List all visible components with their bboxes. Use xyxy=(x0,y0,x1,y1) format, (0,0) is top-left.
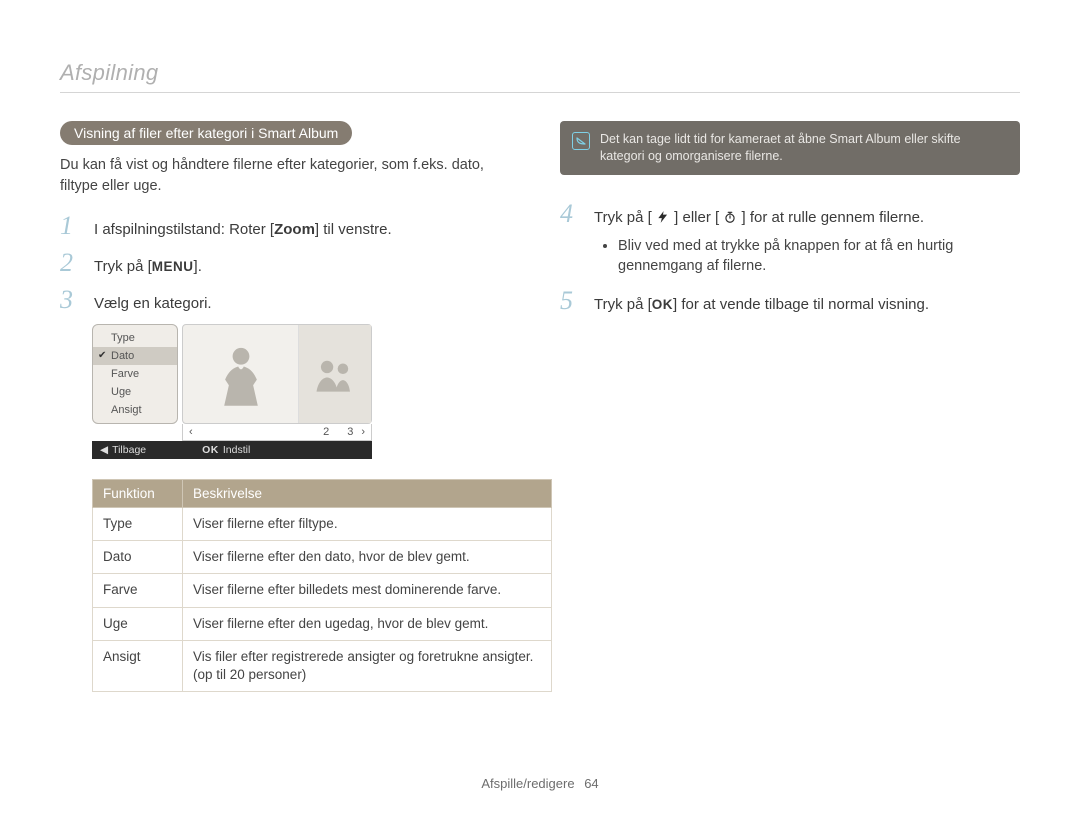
page-footer: Afspille/redigere 64 xyxy=(0,776,1080,791)
step4-post: ] for at rulle gennem filerne. xyxy=(742,209,925,226)
step1-text-post: ] til venstre. xyxy=(315,221,392,238)
step-number: 2 xyxy=(60,250,80,276)
ok-key-label: OK xyxy=(652,297,673,312)
th-description: Beskrivelse xyxy=(183,480,552,508)
category-menu: Type Dato Farve Uge Ansigt xyxy=(92,324,178,424)
note-icon xyxy=(572,132,590,150)
ok-key-label: OK xyxy=(202,444,219,456)
step1-text-pre: I afspilningstilstand: Roter [ xyxy=(94,221,274,238)
pager-next-icon: › xyxy=(361,426,365,438)
cell-desc: Viser filerne efter filtype. xyxy=(183,508,552,541)
table-row: Uge Viser filerne efter den ugedag, hvor… xyxy=(93,607,552,640)
person-silhouette-icon xyxy=(213,336,269,412)
menu-item-uge: Uge xyxy=(93,383,177,401)
cell-desc: Viser filerne efter billedets mest domin… xyxy=(183,574,552,607)
step4-bullet-1: Bliv ved med at trykke på knappen for at… xyxy=(618,236,1020,277)
step-5: 5 Tryk på [OK] for at vende tilbage til … xyxy=(560,288,1020,315)
step-1: 1 I afspilningstilstand: Roter [Zoom] ti… xyxy=(60,213,520,240)
table-header-row: Funktion Beskrivelse xyxy=(93,480,552,508)
step2-text-post: ]. xyxy=(194,258,202,275)
cell-func: Farve xyxy=(93,574,183,607)
step-number: 3 xyxy=(60,287,80,313)
menu-item-dato: Dato xyxy=(93,347,177,365)
cell-func: Uge xyxy=(93,607,183,640)
back-label: Tilbage xyxy=(112,444,146,456)
step4-bullets: Bliv ved med at trykke på knappen for at… xyxy=(618,236,1020,277)
menu-item-ansigt: Ansigt xyxy=(93,401,177,419)
note-box: Det kan tage lidt tid for kameraet at åb… xyxy=(560,121,1020,175)
step5-post: ] for at vende tilbage til normal visnin… xyxy=(673,296,929,313)
flash-icon xyxy=(656,209,670,223)
menu-key-label: MENU xyxy=(152,259,194,274)
people-silhouette-icon xyxy=(313,356,357,392)
subheading-pill: Visning af filer efter kategori i Smart … xyxy=(60,121,352,145)
step4-mid: ] eller [ xyxy=(674,209,719,226)
pager-row: ‹ 2 3 › xyxy=(182,424,372,441)
cell-desc: Viser filerne efter den ugedag, hvor de … xyxy=(183,607,552,640)
step-3: 3 Vælg en kategori. xyxy=(60,287,520,314)
step4-pre: Tryk på [ xyxy=(594,209,652,226)
step-4: 4 Tryk på [ ] eller [ ] for at rulle gen… xyxy=(560,201,1020,228)
title-rule xyxy=(60,92,1020,93)
back-glyph-icon: ◀ xyxy=(100,444,108,456)
footer-page-number: 64 xyxy=(584,776,598,791)
pager-page-3: 3 xyxy=(347,426,353,438)
smart-album-diagram: Type Dato Farve Uge Ansigt xyxy=(92,324,372,459)
table-row: Farve Viser filerne efter billedets mest… xyxy=(93,574,552,607)
th-function: Funktion xyxy=(93,480,183,508)
step5-pre: Tryk på [ xyxy=(594,296,652,313)
pager-page-2: 2 xyxy=(323,426,329,438)
intro-paragraph: Du kan få vist og håndtere filerne efter… xyxy=(60,155,520,197)
step-number: 1 xyxy=(60,213,80,239)
table-row: Type Viser filerne efter filtype. xyxy=(93,508,552,541)
step2-text-pre: Tryk på [ xyxy=(94,258,152,275)
cell-func: Ansigt xyxy=(93,640,183,691)
menu-item-type: Type xyxy=(93,329,177,347)
function-table: Funktion Beskrivelse Type Viser filerne … xyxy=(92,479,552,692)
step3-text: Vælg en kategori. xyxy=(94,293,212,314)
step-number: 4 xyxy=(560,201,580,227)
set-label: Indstil xyxy=(223,444,250,456)
menu-item-farve: Farve xyxy=(93,365,177,383)
step-number: 5 xyxy=(560,288,580,314)
cell-desc: Vis filer efter registrerede ansigter og… xyxy=(183,640,552,691)
section-title: Afspilning xyxy=(60,60,1020,86)
preview-pane xyxy=(182,324,372,424)
table-row: Ansigt Vis filer efter registrerede ansi… xyxy=(93,640,552,691)
bottom-softkey-bar: ◀ Tilbage OK Indstil xyxy=(92,441,372,459)
timer-icon xyxy=(723,209,737,223)
right-column: Det kan tage lidt tid for kameraet at åb… xyxy=(560,121,1020,692)
left-column: Visning af filer efter kategori i Smart … xyxy=(60,121,520,692)
cell-func: Type xyxy=(93,508,183,541)
cell-desc: Viser filerne efter den dato, hvor de bl… xyxy=(183,541,552,574)
step-2: 2 Tryk på [MENU]. xyxy=(60,250,520,277)
note-text: Det kan tage lidt tid for kameraet at åb… xyxy=(600,131,1006,165)
cell-func: Dato xyxy=(93,541,183,574)
table-row: Dato Viser filerne efter den dato, hvor … xyxy=(93,541,552,574)
pager-prev-icon: ‹ xyxy=(189,426,193,438)
step1-bold: Zoom xyxy=(274,221,315,238)
footer-section: Afspille/redigere xyxy=(481,776,574,791)
